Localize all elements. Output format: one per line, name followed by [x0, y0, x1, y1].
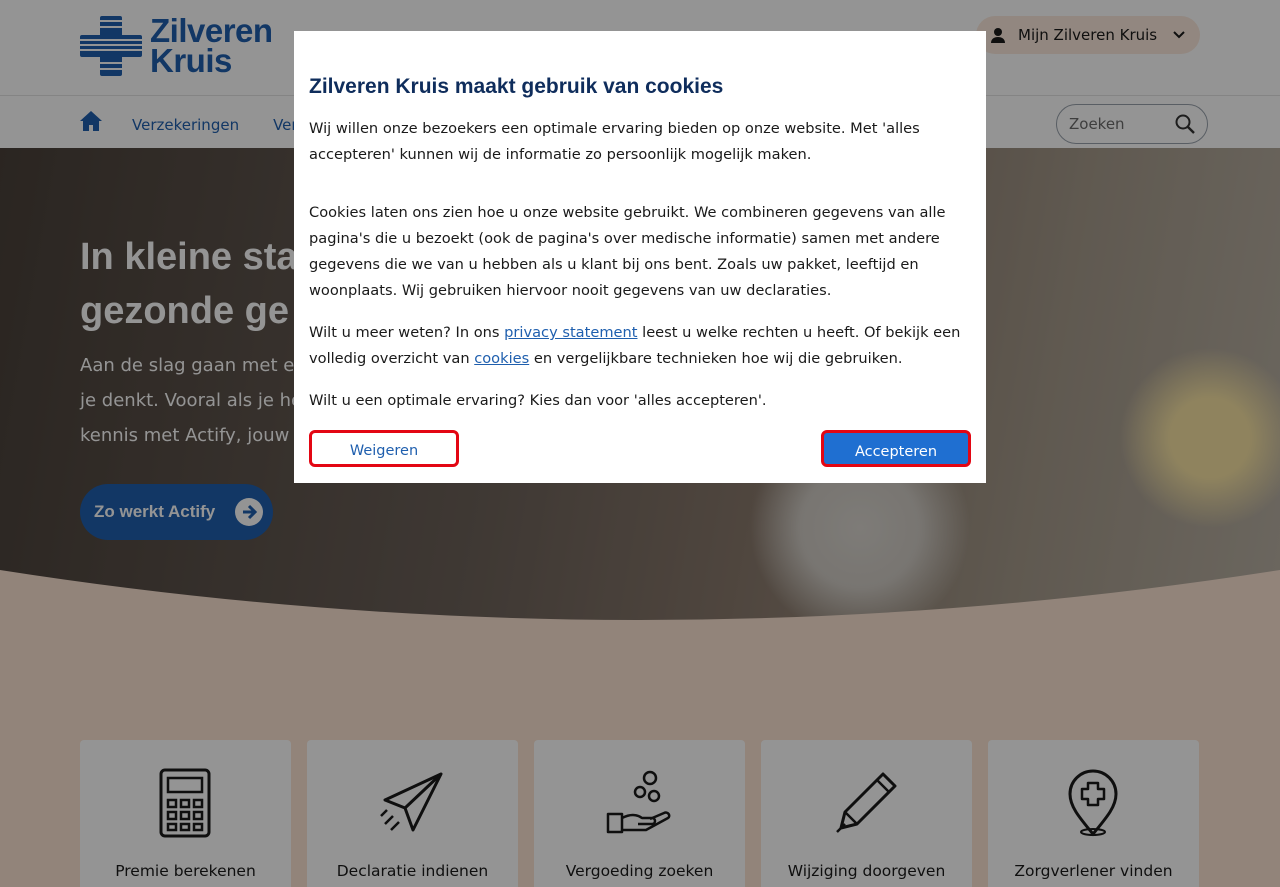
privacy-statement-link[interactable]: privacy statement: [504, 324, 637, 341]
accept-cookies-button[interactable]: Accepteren: [821, 430, 971, 467]
cookie-dialog-title: Zilveren Kruis maakt gebruik van cookies: [309, 75, 724, 98]
cookie-explanation-text: Cookies laten ons zien hoe u onze websit…: [309, 204, 946, 299]
cookie-intro-text: Wij willen onze bezoekers een optimale e…: [309, 120, 920, 163]
cookies-link[interactable]: cookies: [474, 350, 529, 367]
reject-cookies-button[interactable]: Weigeren: [309, 430, 459, 467]
cookie-call-to-action-text: Wilt u een optimale ervaring? Kies dan v…: [309, 392, 767, 409]
cookie-more-info-text: Wilt u meer weten? In ons privacy statem…: [309, 324, 961, 367]
cookie-consent-dialog: Zilveren Kruis maakt gebruik van cookies…: [294, 31, 986, 483]
